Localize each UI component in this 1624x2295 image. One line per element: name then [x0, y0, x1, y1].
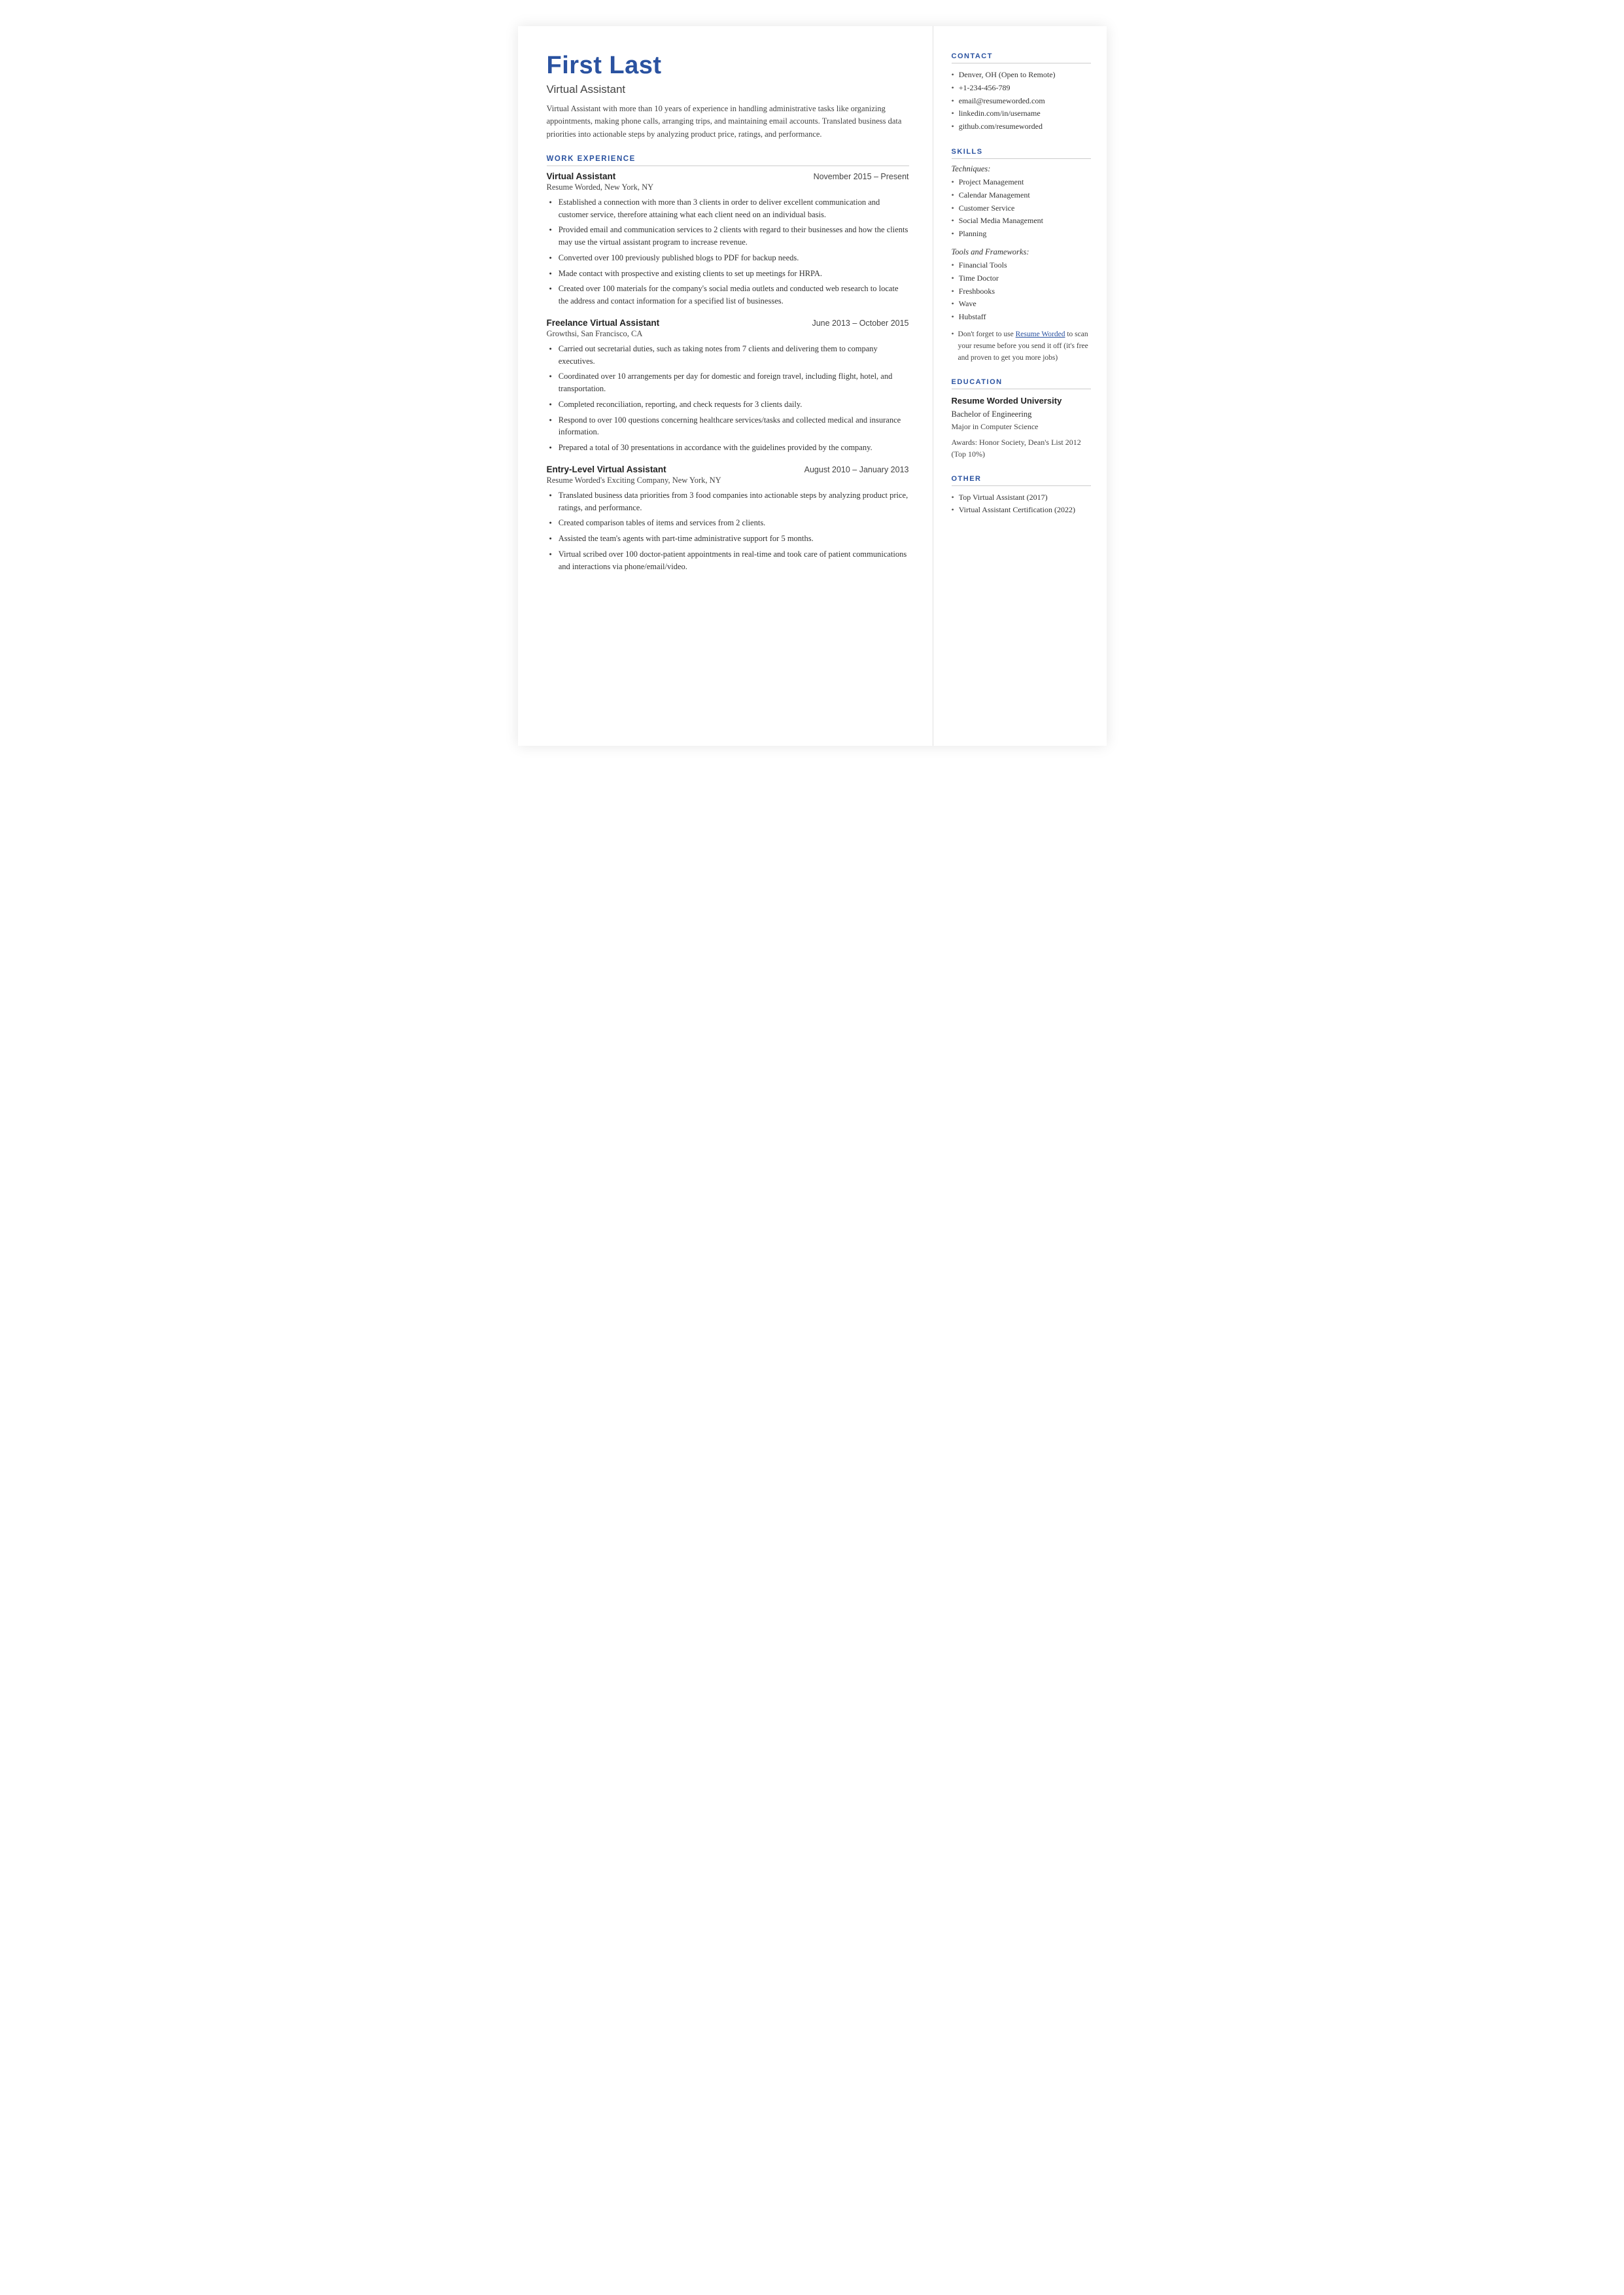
- contact-item-3: linkedin.com/in/username: [952, 107, 1091, 120]
- bullet-3-2: Created comparison tables of items and s…: [549, 517, 909, 529]
- contact-item-0: Denver, OH (Open to Remote): [952, 69, 1091, 82]
- technique-3: Social Media Management: [952, 215, 1091, 228]
- tools-list: Financial Tools Time Doctor Freshbooks W…: [952, 259, 1091, 324]
- skills-header: SKILLS: [952, 148, 1091, 159]
- edu-school: Resume Worded University: [952, 394, 1091, 408]
- skills-section: SKILLS Techniques: Project Management Ca…: [952, 148, 1091, 364]
- resume-worded-link[interactable]: Resume Worded: [1016, 330, 1065, 338]
- bullet-2-4: Respond to over 100 questions concerning…: [549, 414, 909, 439]
- work-experience-header: WORK EXPERIENCE: [547, 155, 909, 166]
- job-bullets-3: Translated business data priorities from…: [547, 489, 909, 573]
- education-section: EDUCATION Resume Worded University Bache…: [952, 378, 1091, 460]
- bullet-1-3: Converted over 100 previously published …: [549, 252, 909, 264]
- job-header-2: Freelance Virtual Assistant June 2013 – …: [547, 318, 909, 328]
- bullet-3-1: Translated business data priorities from…: [549, 489, 909, 514]
- skills-note: • Don't forget to use Resume Worded to s…: [952, 329, 1091, 364]
- job-company-2: Growthsi, San Francisco, CA: [547, 329, 909, 339]
- full-name: First Last: [547, 52, 909, 80]
- bullet-1-4: Made contact with prospective and existi…: [549, 268, 909, 280]
- bullet-1-2: Provided email and communication service…: [549, 224, 909, 249]
- bullet-1-1: Established a connection with more than …: [549, 196, 909, 221]
- technique-2: Customer Service: [952, 202, 1091, 215]
- tool-4: Hubstaff: [952, 311, 1091, 324]
- job-header-1: Virtual Assistant November 2015 – Presen…: [547, 171, 909, 181]
- techniques-label: Techniques:: [952, 164, 1091, 174]
- edu-major: Major in Computer Science: [952, 421, 1091, 433]
- job-title-1: Virtual Assistant: [547, 171, 616, 181]
- tool-1: Time Doctor: [952, 272, 1091, 285]
- techniques-list: Project Management Calendar Management C…: [952, 176, 1091, 241]
- skills-note-text: Don't forget to use Resume Worded to sca…: [958, 329, 1091, 364]
- job-company-1: Resume Worded, New York, NY: [547, 183, 909, 192]
- bullet-2-2: Coordinated over 10 arrangements per day…: [549, 370, 909, 395]
- job-title-header: Virtual Assistant: [547, 83, 909, 96]
- other-section: OTHER Top Virtual Assistant (2017) Virtu…: [952, 475, 1091, 517]
- contact-item-4: github.com/resumeworded: [952, 120, 1091, 133]
- name-title-block: First Last Virtual Assistant: [547, 52, 909, 96]
- edu-block: Resume Worded University Bachelor of Eng…: [952, 394, 1091, 460]
- other-header: OTHER: [952, 475, 1091, 486]
- contact-section: CONTACT Denver, OH (Open to Remote) +1-2…: [952, 52, 1091, 133]
- tools-label: Tools and Frameworks:: [952, 247, 1091, 257]
- technique-4: Planning: [952, 228, 1091, 241]
- resume-page: First Last Virtual Assistant Virtual Ass…: [518, 26, 1107, 746]
- bullet-2-5: Prepared a total of 30 presentations in …: [549, 442, 909, 454]
- bullet-2-1: Carried out secretarial duties, such as …: [549, 343, 909, 368]
- job-bullets-1: Established a connection with more than …: [547, 196, 909, 307]
- job-dates-3: August 2010 – January 2013: [804, 465, 909, 474]
- other-list: Top Virtual Assistant (2017) Virtual Ass…: [952, 491, 1091, 517]
- edu-awards: Awards: Honor Society, Dean's List 2012 …: [952, 436, 1091, 461]
- bullet-1-5: Created over 100 materials for the compa…: [549, 283, 909, 307]
- contact-header: CONTACT: [952, 52, 1091, 63]
- tool-0: Financial Tools: [952, 259, 1091, 272]
- other-item-1: Virtual Assistant Certification (2022): [952, 504, 1091, 517]
- job-company-3: Resume Worded's Exciting Company, New Yo…: [547, 476, 909, 485]
- job-block-1: Virtual Assistant November 2015 – Presen…: [547, 171, 909, 307]
- contact-item-2: email@resumeworded.com: [952, 95, 1091, 108]
- right-column: CONTACT Denver, OH (Open to Remote) +1-2…: [933, 26, 1107, 746]
- other-item-0: Top Virtual Assistant (2017): [952, 491, 1091, 504]
- contact-list: Denver, OH (Open to Remote) +1-234-456-7…: [952, 69, 1091, 133]
- job-title-2: Freelance Virtual Assistant: [547, 318, 660, 328]
- left-column: First Last Virtual Assistant Virtual Ass…: [518, 26, 933, 746]
- job-dates-1: November 2015 – Present: [814, 172, 909, 181]
- job-dates-2: June 2013 – October 2015: [812, 319, 908, 328]
- bullet-3-4: Virtual scribed over 100 doctor-patient …: [549, 548, 909, 573]
- job-block-3: Entry-Level Virtual Assistant August 201…: [547, 464, 909, 573]
- job-block-2: Freelance Virtual Assistant June 2013 – …: [547, 318, 909, 454]
- bullet-3-3: Assisted the team's agents with part-tim…: [549, 533, 909, 545]
- education-header: EDUCATION: [952, 378, 1091, 389]
- tool-3: Wave: [952, 298, 1091, 311]
- technique-0: Project Management: [952, 176, 1091, 189]
- job-bullets-2: Carried out secretarial duties, such as …: [547, 343, 909, 454]
- tool-2: Freshbooks: [952, 285, 1091, 298]
- contact-item-1: +1-234-456-789: [952, 82, 1091, 95]
- edu-degree: Bachelor of Engineering: [952, 408, 1091, 421]
- job-header-3: Entry-Level Virtual Assistant August 201…: [547, 464, 909, 474]
- technique-1: Calendar Management: [952, 189, 1091, 202]
- job-title-3: Entry-Level Virtual Assistant: [547, 464, 666, 474]
- summary-text: Virtual Assistant with more than 10 year…: [547, 103, 909, 141]
- bullet-2-3: Completed reconciliation, reporting, and…: [549, 398, 909, 411]
